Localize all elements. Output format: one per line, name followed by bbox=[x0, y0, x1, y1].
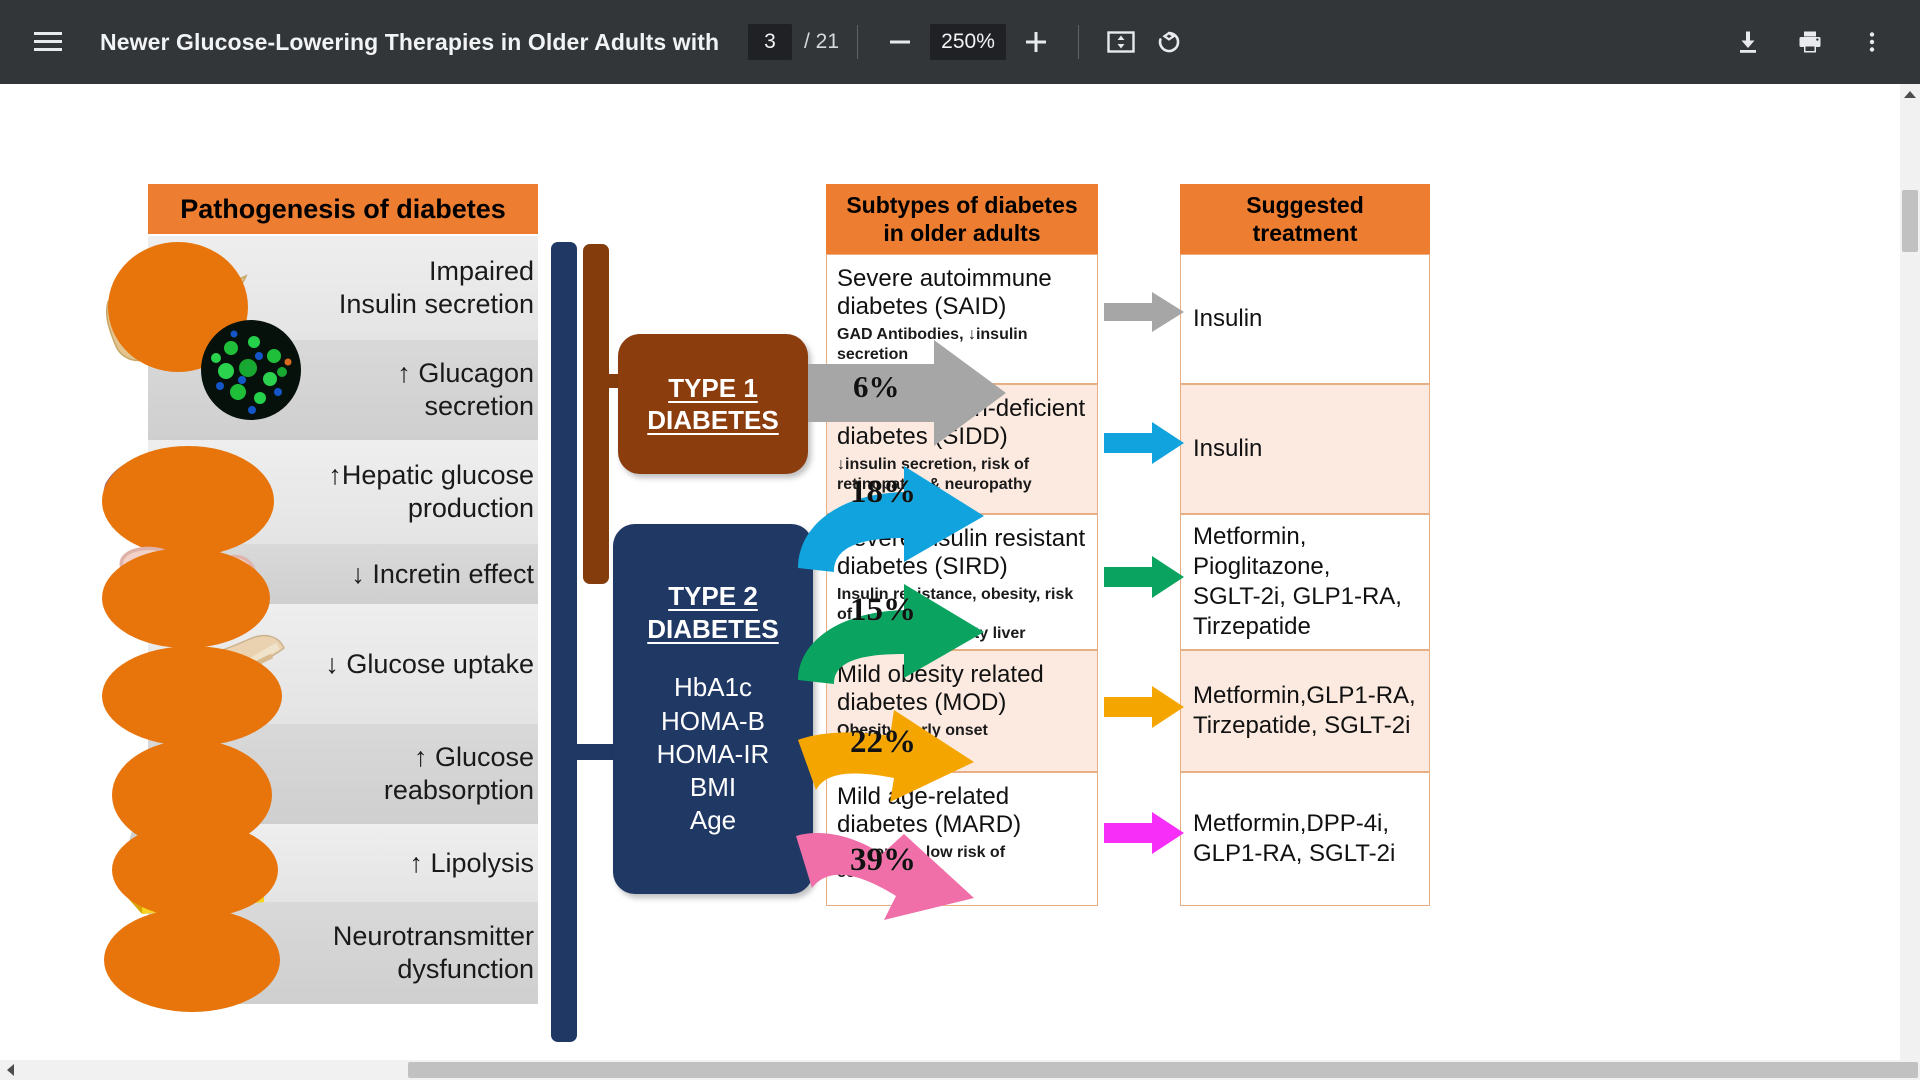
suggested-treatment-header: Suggested treatment bbox=[1180, 184, 1430, 254]
pathogenesis-row: ↑ Glucose reabsorption bbox=[148, 724, 538, 824]
vertical-scrollbar-thumb[interactable] bbox=[1902, 190, 1918, 252]
type1-diabetes-box: TYPE 1 DIABETES bbox=[618, 334, 808, 474]
percent-label-sidd: 18% bbox=[850, 474, 916, 510]
treatment-cell-mod: Metformin,GLP1-RA, Tirzepatide, SGLT-2i bbox=[1180, 650, 1430, 772]
percent-label-said: 6% bbox=[853, 369, 900, 404]
pathogenesis-row-label: ↑Hepatic glucose production bbox=[328, 460, 534, 523]
pathogenesis-row: Impaired Insulin secretion bbox=[148, 236, 538, 340]
pathogenesis-row: ↓ Glucose uptake bbox=[148, 604, 538, 724]
page-count-label: / 21 bbox=[804, 30, 840, 53]
zoom-out-button[interactable] bbox=[876, 18, 924, 66]
scroll-left-arrow-icon[interactable] bbox=[0, 1060, 20, 1080]
pathogenesis-row-label: ↑ Glucagon secretion bbox=[397, 358, 534, 421]
percent-label-mard: 39% bbox=[850, 842, 916, 878]
pathogenesis-row-label: ↓ Incretin effect bbox=[351, 558, 534, 589]
treatment-cell-said: Insulin bbox=[1180, 254, 1430, 384]
page-number-input[interactable] bbox=[748, 24, 792, 60]
subtype-title: Severe autoimmune diabetes (SAID) bbox=[837, 265, 1052, 321]
connector-arrow-sidd bbox=[1104, 422, 1184, 464]
pathogenesis-row: ↑ Lipolysis bbox=[148, 824, 538, 902]
toolbar-right-group bbox=[1710, 18, 1896, 66]
treatment-cell-mard: Metformin,DPP-4i, GLP1-RA, SGLT-2i bbox=[1180, 772, 1430, 906]
subtypes-header: Subtypes of diabetes in older adults bbox=[826, 184, 1098, 254]
percent-label-sird: 15% bbox=[850, 592, 916, 628]
pdf-document-viewport[interactable]: Pathogenesis of diabetes Impaired Insuli… bbox=[0, 84, 1920, 1080]
pathogenesis-row-label: ↑ Lipolysis bbox=[409, 847, 534, 878]
treatment-text: Insulin bbox=[1193, 305, 1263, 332]
type2-diabetes-title: TYPE 2 DIABETES bbox=[647, 581, 779, 644]
percent-label-mod: 22% bbox=[850, 724, 916, 760]
connector-arrow-sird bbox=[1104, 556, 1184, 598]
type2-diabetes-box: TYPE 2 DIABETES HbA1c HOMA-B HOMA-IR BMI… bbox=[613, 524, 813, 894]
scroll-up-arrow-icon[interactable] bbox=[1900, 84, 1920, 104]
type1-diabetes-title: TYPE 1 DIABETES bbox=[647, 372, 779, 436]
connector-arrow-mard bbox=[1104, 812, 1184, 854]
pathogenesis-row-label: Neurotransmitter dysfunction bbox=[332, 921, 534, 984]
pathogenesis-row: ↓ Incretin effect bbox=[148, 544, 538, 604]
fit-to-page-icon[interactable] bbox=[1097, 18, 1145, 66]
pathogenesis-row: Neurotransmitter dysfunction bbox=[148, 902, 538, 1004]
hamburger-menu-icon[interactable] bbox=[24, 18, 72, 66]
pathogenesis-row-label: ↓ Glucose uptake bbox=[325, 648, 534, 679]
type1-brace-bar bbox=[583, 244, 609, 584]
treatment-text: Metformin, Pioglitazone, SGLT-2i, GLP1-R… bbox=[1193, 523, 1402, 640]
percent-arrow-sidd bbox=[798, 452, 1018, 572]
pathogenesis-row-label: ↑ Glucose reabsorption bbox=[383, 742, 534, 805]
treatment-cell-sidd: Insulin bbox=[1180, 384, 1430, 514]
document-title: Newer Glucose-Lowering Therapies in Olde… bbox=[100, 28, 720, 55]
more-vertical-icon[interactable] bbox=[1848, 18, 1896, 66]
type2-diabetes-metrics: HbA1c HOMA-B HOMA-IR BMI Age bbox=[656, 672, 770, 836]
treatment-text: Insulin bbox=[1193, 435, 1263, 462]
horizontal-scrollbar[interactable] bbox=[0, 1060, 1920, 1080]
treatment-text: Metformin,DPP-4i, GLP1-RA, SGLT-2i bbox=[1193, 810, 1396, 867]
print-icon[interactable] bbox=[1786, 18, 1834, 66]
pathogenesis-row: ↑Hepatic glucose production bbox=[148, 440, 538, 544]
percent-arrow-sird bbox=[798, 572, 1018, 688]
type2-brace-bar bbox=[551, 242, 577, 1042]
page-controls: / 21 bbox=[748, 24, 839, 60]
horizontal-scrollbar-thumb[interactable] bbox=[408, 1062, 1918, 1078]
connector-arrow-mod bbox=[1104, 686, 1184, 728]
pdf-viewer-toolbar: Newer Glucose-Lowering Therapies in Olde… bbox=[0, 0, 1920, 84]
rotate-counterclockwise-icon[interactable] bbox=[1145, 18, 1193, 66]
toolbar-divider-2 bbox=[1078, 25, 1080, 59]
pdf-page-canvas: Pathogenesis of diabetes Impaired Insuli… bbox=[0, 84, 1900, 1064]
vertical-scrollbar[interactable] bbox=[1900, 84, 1920, 1064]
pathogenesis-row-label: Impaired Insulin secretion bbox=[338, 256, 534, 319]
toolbar-divider-1 bbox=[857, 25, 859, 59]
connector-arrow-said bbox=[1104, 292, 1184, 332]
pathogenesis-header: Pathogenesis of diabetes bbox=[148, 184, 538, 234]
download-icon[interactable] bbox=[1724, 18, 1772, 66]
treatment-cell-sird: Metformin, Pioglitazone, SGLT-2i, GLP1-R… bbox=[1180, 514, 1430, 650]
zoom-level-display[interactable]: 250% bbox=[930, 24, 1007, 60]
pathogenesis-row: ↑ Glucagon secretion bbox=[148, 340, 538, 440]
zoom-controls: 250% bbox=[876, 18, 1060, 66]
diabetes-subtypes-figure: Pathogenesis of diabetes Impaired Insuli… bbox=[102, 184, 1748, 1064]
treatment-text: Metformin,GLP1-RA, Tirzepatide, SGLT-2i bbox=[1193, 682, 1416, 739]
zoom-in-button[interactable] bbox=[1012, 18, 1060, 66]
percent-arrow-said bbox=[808, 340, 1008, 446]
